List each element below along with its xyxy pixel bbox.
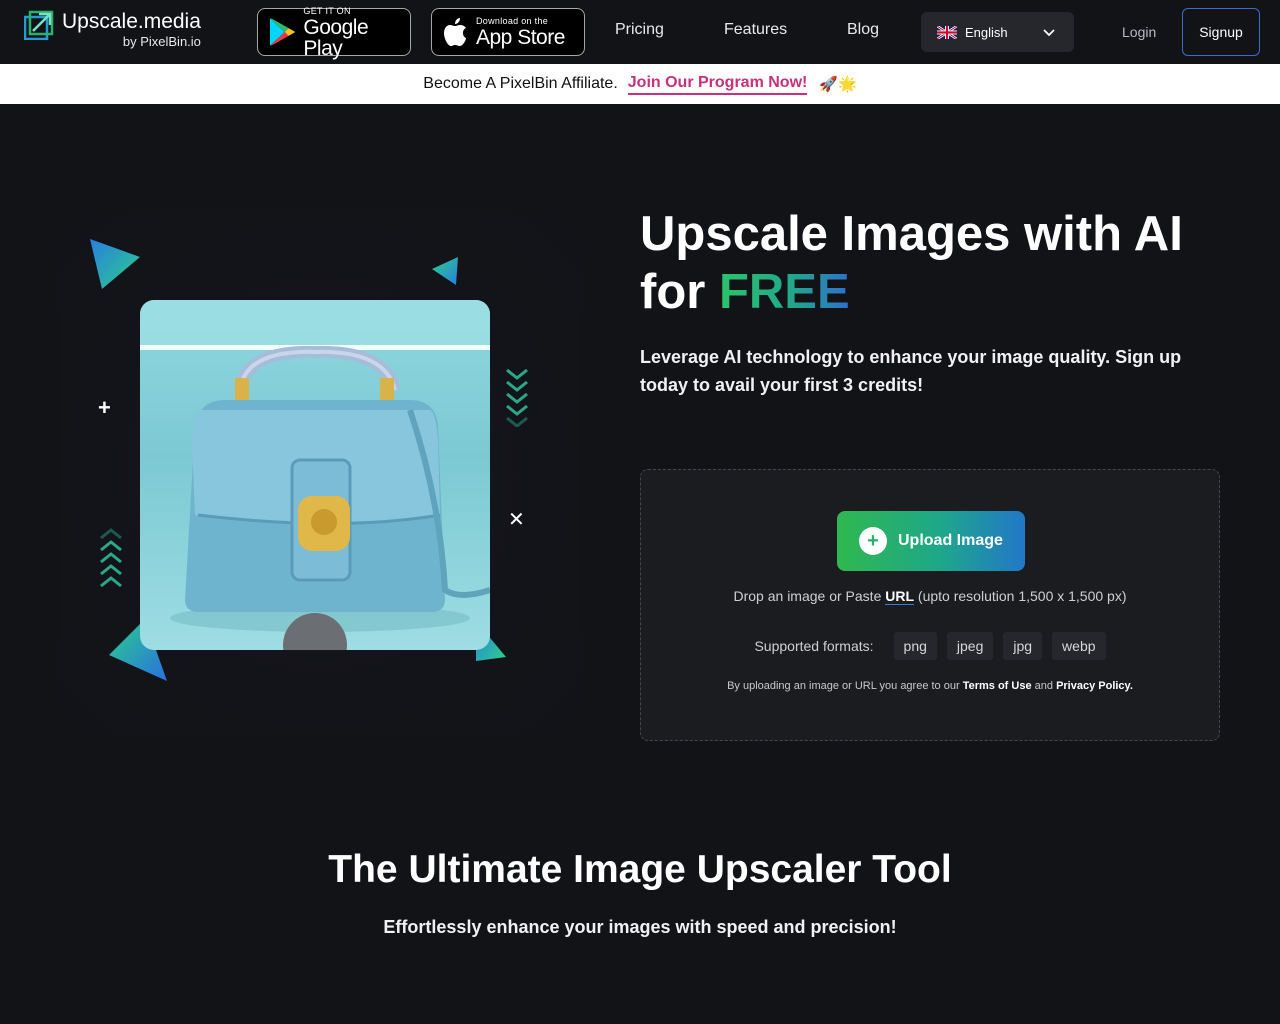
apple-icon: [444, 18, 466, 46]
section-subtitle: Effortlessly enhance your images with sp…: [383, 917, 897, 937]
app-store-badge[interactable]: Download on the App Store: [431, 8, 585, 56]
nav-pricing-link[interactable]: Pricing: [615, 21, 664, 39]
upload-button-label: Upload Image: [898, 532, 1003, 549]
upload-dropzone[interactable]: + Upload Image Drop an image or Paste UR…: [640, 469, 1220, 741]
google-play-small-text: GET IT ON: [303, 5, 351, 16]
nav-blog-link[interactable]: Blog: [847, 21, 879, 39]
hero-title: Upscale Images with AI for FREE: [640, 205, 1240, 321]
chevrons-up-icon: [100, 528, 122, 588]
upload-image-button[interactable]: + Upload Image: [837, 511, 1025, 571]
top-navbar: Upscale.media by PixelBin.io GET IT ON G…: [0, 0, 1280, 64]
section-title: The Ultimate Image Upscaler Tool: [328, 848, 952, 891]
drop-suffix: (upto resolution 1,500 x 1,500 px): [917, 588, 1127, 604]
terms-notice: By uploading an image or URL you agree t…: [641, 680, 1219, 692]
nav-features-link[interactable]: Features: [724, 21, 787, 39]
paste-url-link[interactable]: URL: [885, 588, 915, 605]
plus-icon: +: [859, 527, 887, 555]
upscale-logo-icon: [24, 10, 54, 40]
join-program-link[interactable]: Join Our Program Now!: [627, 74, 808, 95]
google-play-icon: [269, 18, 295, 46]
format-chip-jpg: jpg: [1003, 632, 1043, 660]
login-link[interactable]: Login: [1122, 24, 1156, 40]
language-label: English: [965, 24, 1008, 40]
sample-product-image: [140, 300, 490, 650]
brand-subtitle: by PixelBin.io: [122, 34, 201, 49]
triangle-decor-icon: [432, 257, 458, 285]
google-play-big-text: Google Play: [303, 15, 369, 60]
terms-of-use-link[interactable]: Terms of Use: [963, 680, 1032, 692]
format-chip-jpeg: jpeg: [946, 632, 994, 660]
app-store-small-text: Download on the: [476, 16, 549, 26]
hero-title-for: for: [640, 265, 706, 319]
google-play-badge[interactable]: GET IT ON Google Play: [257, 5, 411, 60]
hero-title-line1: Upscale Images with AI: [640, 207, 1183, 261]
triangle-decor-icon: [90, 239, 140, 289]
format-chip-png: png: [893, 632, 937, 660]
app-store-big-text: App Store: [476, 26, 565, 49]
terms-and: and: [1034, 680, 1053, 692]
hero-illustration: + ✕: [60, 215, 580, 735]
handbag-illustration: [170, 345, 490, 650]
drop-instructions: Drop an image or Paste URL (upto resolut…: [641, 588, 1219, 605]
hero-subtitle: Leverage AI technology to enhance your i…: [640, 347, 1182, 395]
formats-label: Supported formats:: [754, 638, 874, 654]
format-chip-webp: webp: [1052, 632, 1106, 660]
rocket-star-emoji: 🚀🌟: [819, 76, 857, 93]
affiliate-banner: Become A PixelBin Affiliate. Join Our Pr…: [0, 64, 1280, 104]
affiliate-text: Become A PixelBin Affiliate.: [423, 75, 618, 92]
supported-formats: Supported formats: png jpeg jpg webp: [641, 632, 1219, 660]
close-decor-icon: ✕: [508, 509, 525, 531]
brand-title: Upscale.media: [62, 10, 201, 33]
hero-title-free: FREE: [718, 265, 850, 319]
drop-prefix: Drop an image or Paste: [733, 588, 882, 604]
brand-logo[interactable]: Upscale.media by PixelBin.io: [24, 7, 201, 48]
chevrons-down-icon: [506, 368, 528, 427]
terms-prefix: By uploading an image or URL you agree t…: [727, 680, 960, 692]
privacy-policy-link[interactable]: Privacy Policy.: [1056, 680, 1133, 692]
chevron-down-icon: [1043, 29, 1055, 37]
language-selector[interactable]: English: [921, 12, 1074, 52]
plus-decor-icon: +: [98, 395, 111, 420]
uk-flag-icon: [937, 25, 957, 39]
signup-button[interactable]: Signup: [1182, 8, 1260, 56]
